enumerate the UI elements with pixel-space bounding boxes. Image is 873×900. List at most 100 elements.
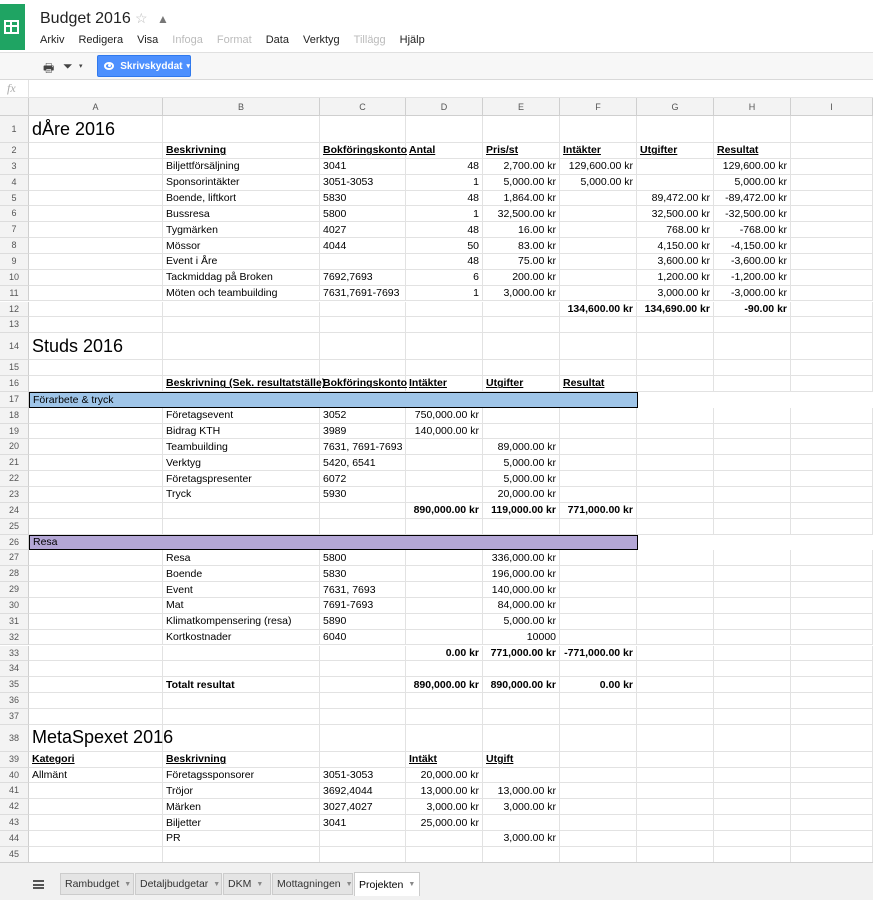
cell-e23[interactable]: 20,000.00 kr	[483, 487, 560, 503]
cell-b39[interactable]: Beskrivning	[163, 751, 320, 768]
cell-h22[interactable]	[714, 471, 791, 487]
cell-g11[interactable]: 3,000.00 kr	[637, 285, 714, 302]
row-header-26[interactable]: 26	[0, 534, 29, 551]
chevron-down-icon[interactable]: ▼	[213, 881, 220, 888]
cell-h40[interactable]	[714, 767, 791, 784]
cell-h4[interactable]: 5,000.00 kr	[714, 174, 791, 191]
cell-e18[interactable]	[483, 407, 560, 424]
cell-c24[interactable]	[320, 502, 406, 519]
row-header-8[interactable]: 8	[0, 238, 29, 254]
cell-h23[interactable]	[714, 487, 791, 503]
cell-a40[interactable]: Allmänt	[29, 767, 163, 784]
cell-c35[interactable]	[320, 677, 406, 694]
cell-c11[interactable]: 7631,7691-7693	[320, 285, 406, 302]
cell-h8[interactable]: -4,150.00 kr	[714, 238, 791, 254]
cell-b35[interactable]: Totalt resultat	[163, 677, 320, 694]
cell-d42[interactable]: 3,000.00 kr	[406, 799, 483, 816]
cell-e5[interactable]: 1,864.00 kr	[483, 190, 560, 207]
cell-g10[interactable]: 1,200.00 kr	[637, 269, 714, 286]
cell-b13[interactable]	[163, 317, 320, 334]
cell-b18[interactable]: Företagsevent	[163, 407, 320, 424]
cell-e19[interactable]	[483, 423, 560, 440]
cell-f41[interactable]	[560, 783, 637, 800]
column-header-g[interactable]: G	[637, 98, 714, 116]
cell-e1[interactable]	[483, 116, 560, 143]
cell-g16[interactable]	[637, 376, 714, 392]
cell-g4[interactable]	[637, 174, 714, 191]
menu-hjälp[interactable]: Hjälp	[400, 34, 425, 46]
cell-e2[interactable]: Pris/st	[483, 143, 560, 159]
cell-b42[interactable]: Märken	[163, 799, 320, 816]
cell-f19[interactable]	[560, 423, 637, 440]
cell-e9[interactable]: 75.00 kr	[483, 253, 560, 270]
cell-c22[interactable]: 6072	[320, 471, 406, 487]
cell-h19[interactable]	[714, 423, 791, 440]
cell-h18[interactable]	[714, 407, 791, 424]
row-header-10[interactable]: 10	[0, 269, 29, 286]
cell-c20[interactable]: 7631, 7691-7693	[320, 439, 406, 456]
cell-c41[interactable]: 3692,4044	[320, 783, 406, 800]
cell-h44[interactable]	[714, 831, 791, 847]
cell-f43[interactable]	[560, 815, 637, 831]
cell-g7[interactable]: 768.00 kr	[637, 222, 714, 239]
cell-c5[interactable]: 5830	[320, 190, 406, 207]
cell-a44[interactable]	[29, 831, 163, 847]
cell-b16[interactable]: Beskrivning (Sek. resultatställe)	[163, 376, 325, 392]
cell-e30[interactable]: 84,000.00 kr	[483, 597, 560, 614]
cell-f21[interactable]	[560, 455, 637, 472]
cell-f24[interactable]: 771,000.00 kr	[560, 502, 637, 519]
cell-f12[interactable]: 134,600.00 kr	[560, 301, 637, 318]
row-header-12[interactable]: 12	[0, 301, 29, 318]
column-header-h[interactable]: H	[714, 98, 791, 116]
cell-b43[interactable]: Biljetter	[163, 815, 320, 831]
row-header-45[interactable]: 45	[0, 846, 29, 862]
menu-data[interactable]: Data	[266, 34, 289, 46]
cell-a16[interactable]	[29, 376, 163, 392]
cell-i14[interactable]	[791, 333, 873, 361]
cell-e28[interactable]: 196,000.00 kr	[483, 566, 560, 583]
cell-f7[interactable]	[560, 222, 637, 239]
menu-arkiv[interactable]: Arkiv	[40, 34, 64, 46]
cell-b11[interactable]: Möten och teambuilding	[163, 285, 320, 302]
cell-i44[interactable]	[791, 831, 873, 847]
row-header-18[interactable]: 18	[0, 407, 29, 424]
row-header-28[interactable]: 28	[0, 566, 29, 583]
cell-b4[interactable]: Sponsorintäkter	[163, 174, 320, 191]
cell-g20[interactable]	[637, 439, 714, 456]
cell-e45[interactable]	[483, 846, 560, 862]
cell-d16[interactable]: Intäkter	[406, 376, 483, 392]
row-header-9[interactable]: 9	[0, 253, 29, 270]
row-header-1[interactable]: 1	[0, 116, 29, 143]
row-header-27[interactable]: 27	[0, 550, 29, 567]
cell-e42[interactable]: 3,000.00 kr	[483, 799, 560, 816]
row-header-19[interactable]: 19	[0, 423, 29, 440]
cell-g29[interactable]	[637, 582, 714, 598]
sheet-tab-mottagningen[interactable]: Mottagningen ▼	[272, 873, 353, 895]
cell-i3[interactable]	[791, 158, 873, 175]
cell-h31[interactable]	[714, 613, 791, 630]
cell-f22[interactable]	[560, 471, 637, 487]
cell-c6[interactable]: 5800	[320, 206, 406, 223]
cell-a28[interactable]	[29, 566, 163, 583]
row-header-15[interactable]: 15	[0, 360, 29, 377]
menu-redigera[interactable]: Redigera	[78, 34, 123, 46]
filter-icon[interactable]: ⏷	[63, 59, 73, 74]
cell-e15[interactable]	[483, 360, 560, 377]
cell-e24[interactable]: 119,000.00 kr	[483, 502, 560, 519]
cell-e20[interactable]: 89,000.00 kr	[483, 439, 560, 456]
cell-d9[interactable]: 48	[406, 253, 483, 270]
cell-g8[interactable]: 4,150.00 kr	[637, 238, 714, 254]
cell-i43[interactable]	[791, 815, 873, 831]
cell-f13[interactable]	[560, 317, 637, 334]
cell-d10[interactable]: 6	[406, 269, 483, 286]
cell-f25[interactable]	[560, 518, 637, 535]
cell-b10[interactable]: Tackmiddag på Broken	[163, 269, 320, 286]
cell-f27[interactable]	[560, 550, 637, 567]
cell-g35[interactable]	[637, 677, 714, 694]
cell-g24[interactable]	[637, 502, 714, 519]
cell-g31[interactable]	[637, 613, 714, 630]
cell-h32[interactable]	[714, 629, 791, 646]
cell-a38[interactable]: MetaSpexet 2016	[29, 724, 173, 752]
cell-g43[interactable]	[637, 815, 714, 831]
formula-input[interactable]	[30, 80, 873, 98]
